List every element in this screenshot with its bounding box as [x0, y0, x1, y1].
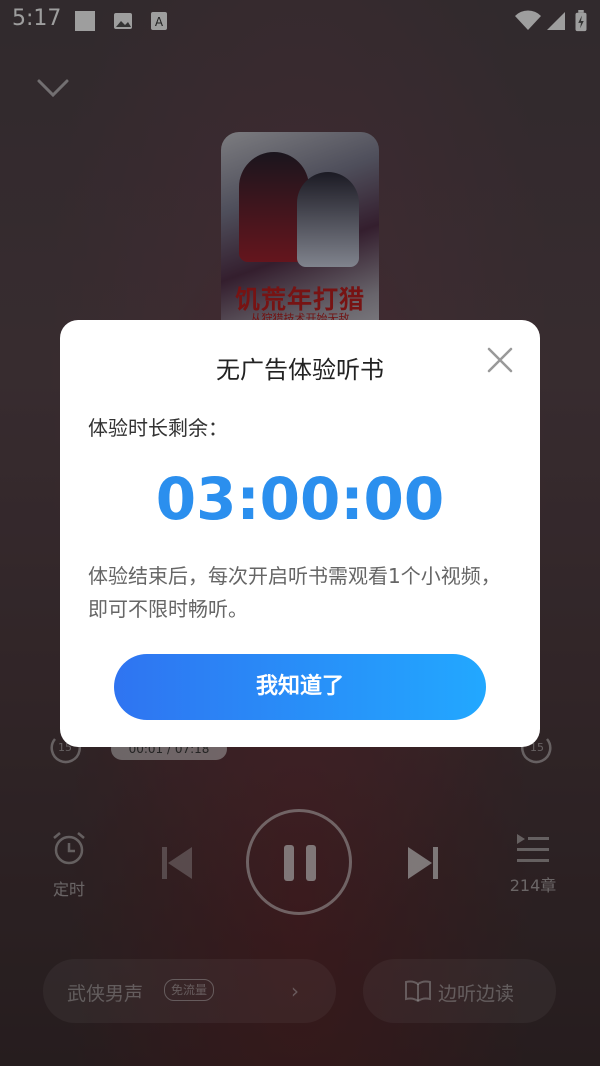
- trial-note: 体验结束后，每次开启听书需观看1个小视频，即可不限时畅听。: [88, 564, 501, 621]
- countdown-timer: 03:00:00: [155, 465, 445, 533]
- close-icon[interactable]: [486, 346, 514, 374]
- confirm-button[interactable]: 我知道了: [114, 654, 486, 720]
- ad-free-trial-dialog: 无广告体验听书 体验时长剩余： 03:00:00 体验结束后，每次开启听书需观看…: [60, 320, 540, 747]
- dialog-title: 无广告体验听书: [216, 356, 384, 384]
- remaining-time-label: 体验时长剩余：: [88, 416, 228, 440]
